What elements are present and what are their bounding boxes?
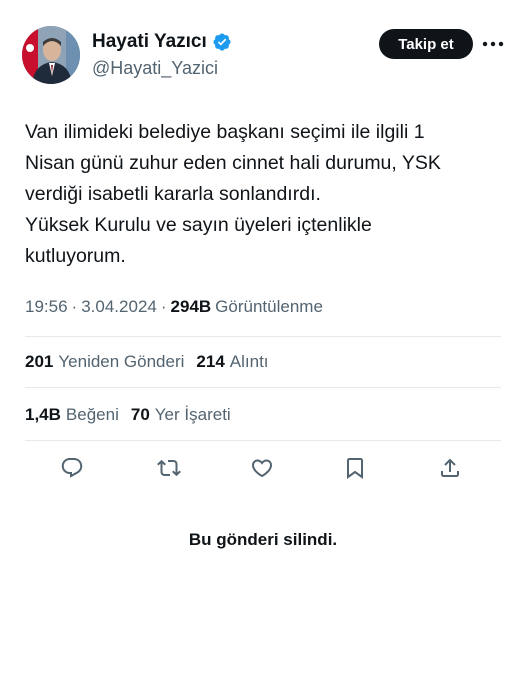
follow-button[interactable]: Takip et [379,29,473,59]
share-icon[interactable] [436,454,464,482]
views-count: 294B [170,297,212,316]
divider [25,440,501,441]
views-label: Görüntülenme [215,297,323,316]
tweet-text-line: Yüksek Kurulu ve sayın üyeleri içtenlikl… [25,214,372,236]
bookmarks-label[interactable]: Yer İşareti [155,405,231,425]
likes-label[interactable]: Beğeni [66,405,119,425]
quotes-count[interactable]: 214 [196,352,224,372]
engagement-stats-row: 1,4B Beğeni 70 Yer İşareti [25,405,243,425]
action-bar [52,454,462,484]
avatar-image [22,26,80,84]
tweet-date[interactable]: 3.04.2024 [81,297,157,317]
retweets-label[interactable]: Yeniden Gönderi [58,352,184,372]
reply-icon[interactable] [58,454,86,482]
likes-count[interactable]: 1,4B [25,405,61,425]
tweet-text-line: Nisan günü zuhur eden cinnet hali durumu… [25,152,441,174]
retweet-icon[interactable] [155,454,183,482]
tweet-text: Van ilimideki belediye başkanı seçimi il… [25,117,507,272]
meta-separator: · [71,297,78,316]
tweet-meta: 19:56 · 3.04.2024 · 294B Görüntülenme [25,297,323,317]
tweet-header: Hayati Yazıcı @Hayati_Yazici Takip et [22,24,504,86]
divider [25,336,501,337]
engagement-stats-row: 201 Yeniden Gönderi 214 Alıntı [25,352,281,372]
author-handle[interactable]: @Hayati_Yazici [92,58,218,79]
bookmark-icon[interactable] [341,454,369,482]
deleted-notice: Bu gönderi silindi. [188,530,338,549]
like-icon[interactable] [248,454,276,482]
divider [25,387,501,388]
avatar[interactable] [22,26,80,84]
tweet-text-line: verdiği isabetli kararla sonlandırdı. [25,183,321,205]
author-name[interactable]: Hayati Yazıcı [92,31,207,53]
more-options-icon[interactable] [480,31,506,57]
retweets-count[interactable]: 201 [25,352,53,372]
tweet-text-line: kutluyorum. [25,245,126,267]
bookmarks-count[interactable]: 70 [131,405,150,425]
quotes-label[interactable]: Alıntı [230,352,269,372]
tweet-text-line: Van ilimideki belediye başkanı seçimi il… [25,121,425,143]
tweet-time[interactable]: 19:56 [25,297,68,317]
meta-separator: · [160,297,167,316]
verified-badge-icon [212,32,232,52]
